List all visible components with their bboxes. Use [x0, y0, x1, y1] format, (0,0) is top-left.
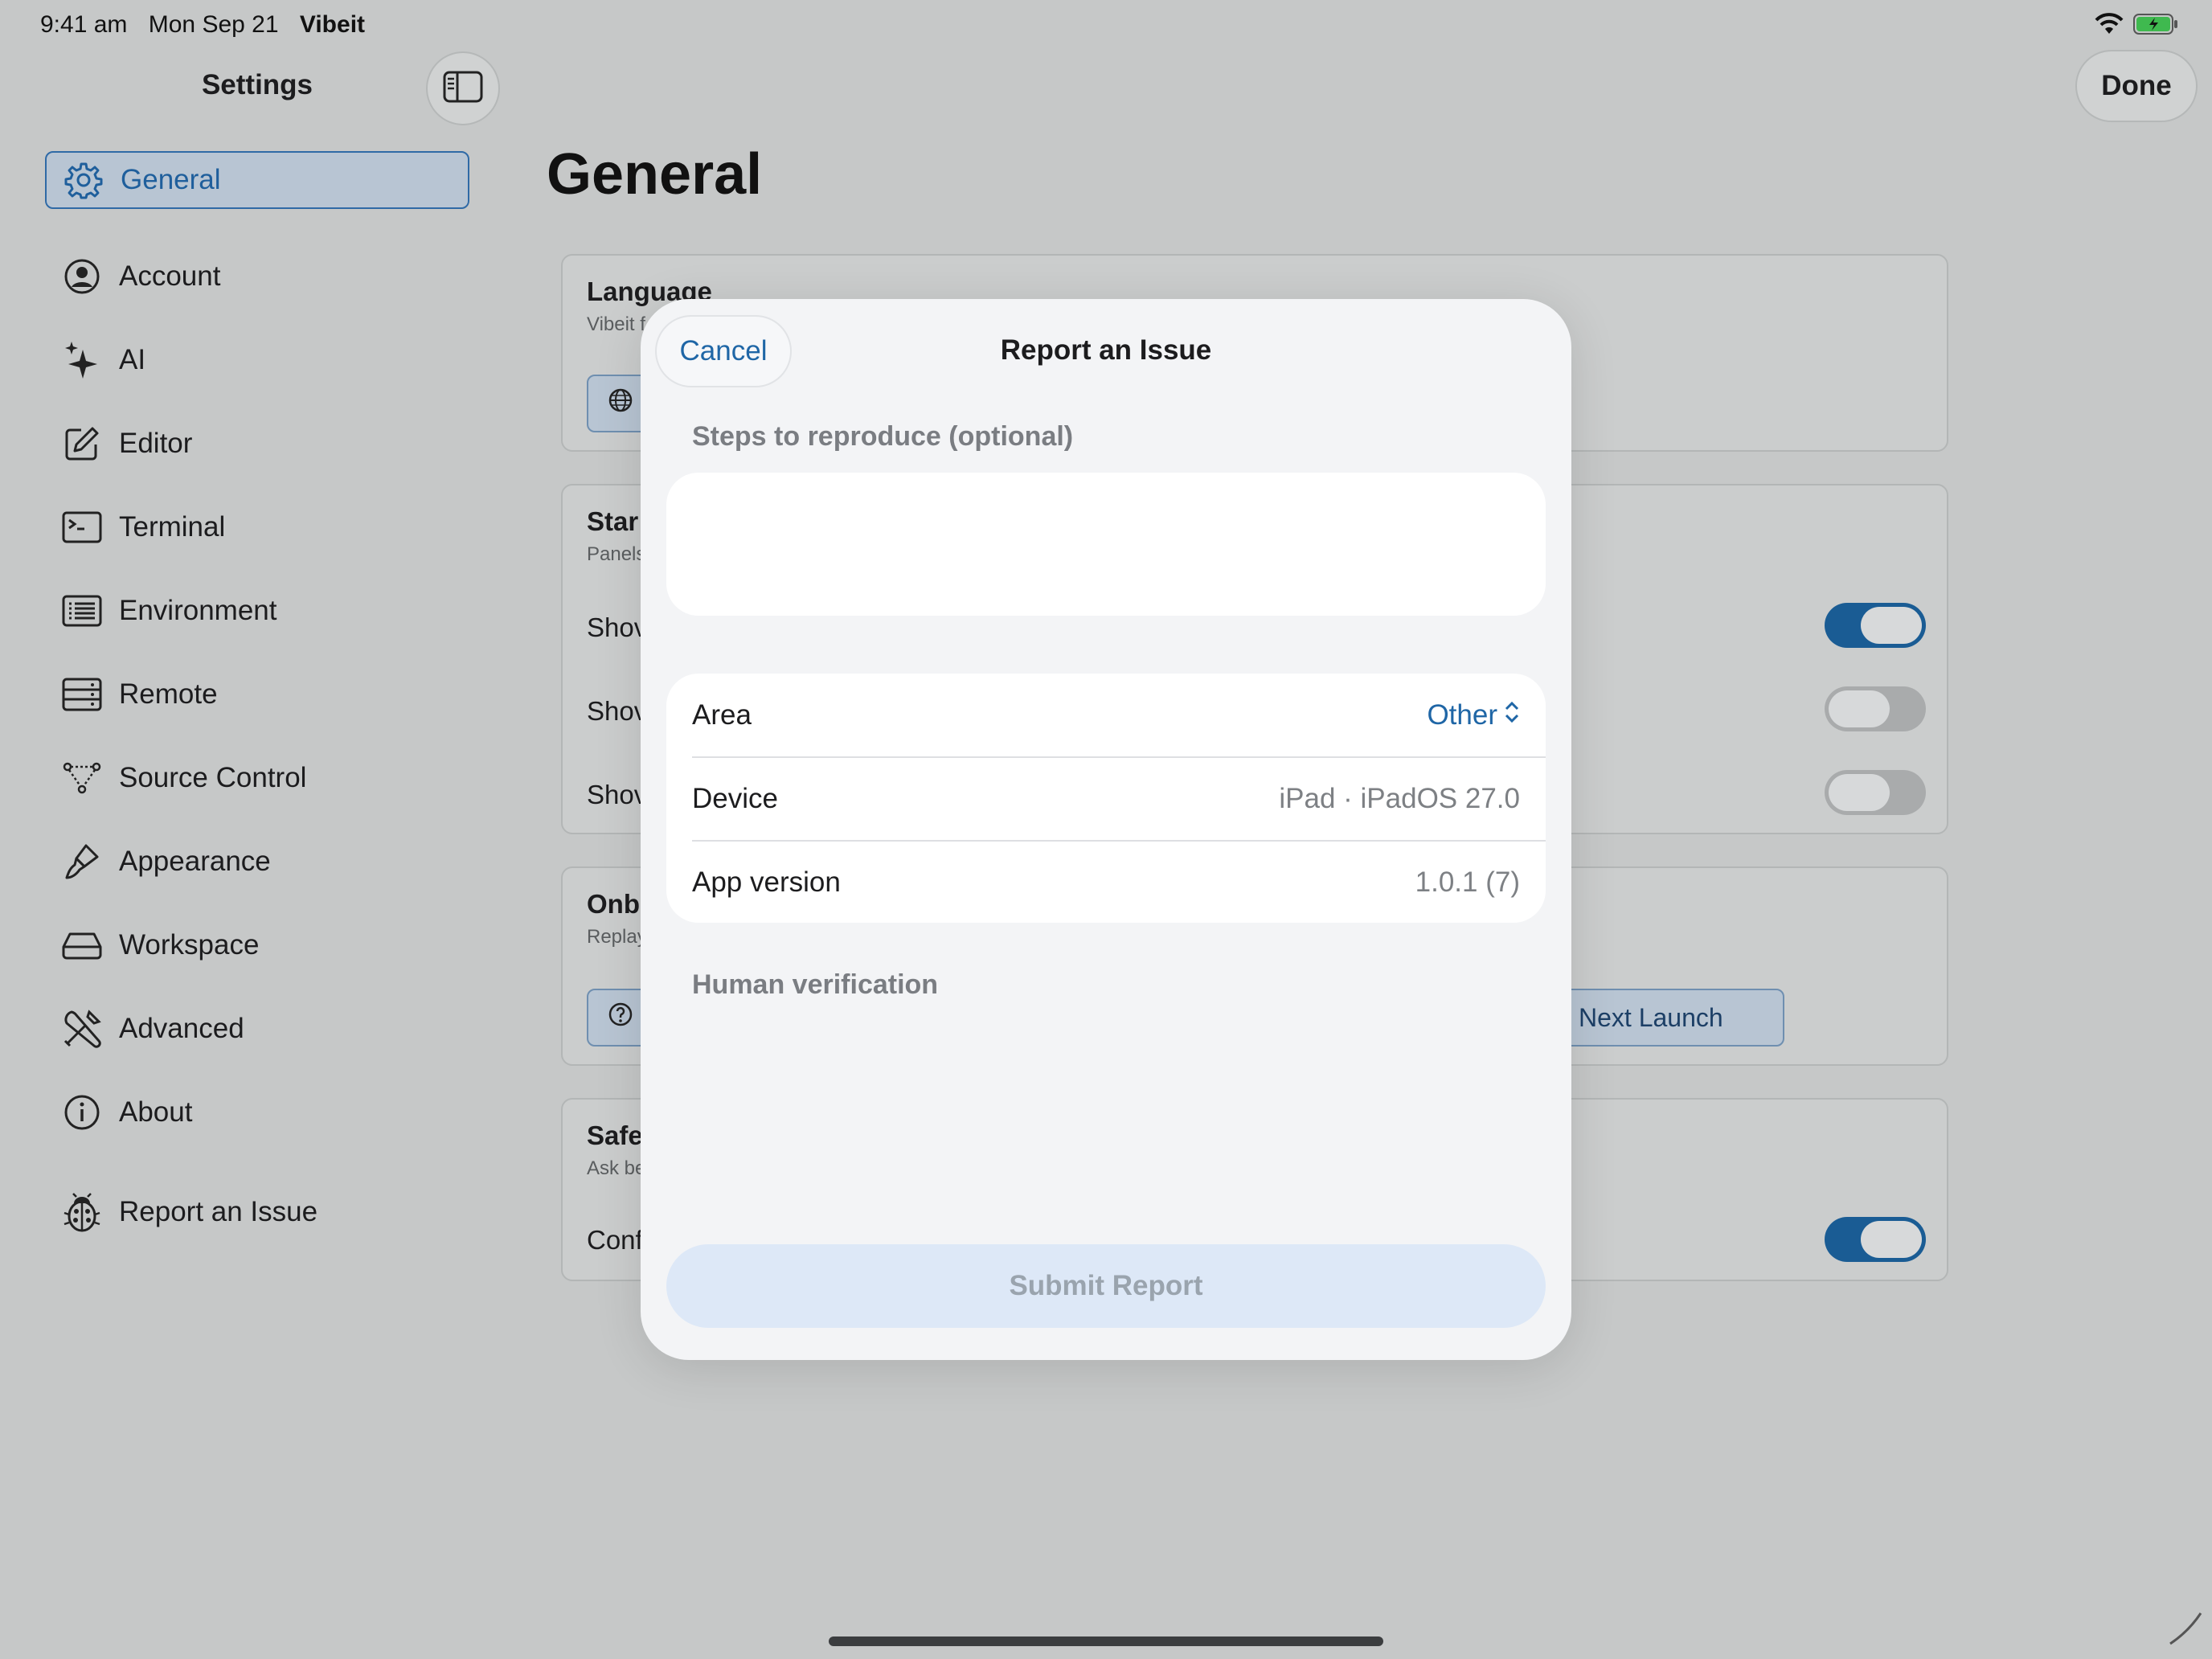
page-title: General	[547, 142, 763, 207]
sidebar-item-label: Report an Issue	[119, 1196, 318, 1227]
startup-toggle-2[interactable]	[1825, 686, 1926, 731]
sidebar-item-ai[interactable]: AI	[45, 318, 469, 402]
report-info-group: Area Other Device iPad · iPadOS 27.0 App…	[666, 674, 1546, 923]
area-picker[interactable]: Other	[1427, 699, 1520, 731]
home-indicator	[829, 1636, 1383, 1646]
startup-toggle-3[interactable]	[1825, 770, 1926, 815]
sidebar-item-label: Advanced	[119, 1013, 244, 1044]
drive-icon	[61, 924, 103, 966]
sidebar-item-label: Source Control	[119, 762, 307, 793]
sidebar-item-label: Editor	[119, 428, 193, 459]
safety-row-label: Conf	[587, 1225, 643, 1255]
done-button[interactable]: Done	[2075, 50, 2198, 122]
sidebar-item-label: Workspace	[119, 929, 260, 961]
sidebar-item-about[interactable]: About	[45, 1071, 469, 1154]
sidebar-icon	[443, 71, 483, 107]
sidebar-item-label: General	[121, 164, 221, 195]
safety-card-title: Safe	[587, 1120, 643, 1150]
info-circle-icon	[61, 1092, 103, 1133]
sidebar-item-remote[interactable]: Remote	[45, 653, 469, 736]
startup-card-subtitle: Panels	[587, 543, 646, 565]
sidebar-item-report-issue[interactable]: Report an Issue	[45, 1170, 469, 1254]
onboarding-card-title: Onb	[587, 889, 640, 919]
sidebar-item-account[interactable]: Account	[45, 235, 469, 318]
next-launch-label: Next Launch	[1579, 1002, 1723, 1032]
pencil-corner-icon	[2167, 1610, 2204, 1651]
status-time: 9:41 am	[40, 11, 128, 38]
startup-row-3-label: Shov	[587, 780, 648, 809]
onboarding-card-subtitle: Replay	[587, 926, 647, 948]
server-icon	[61, 674, 103, 715]
human-verification-label: Human verification	[692, 969, 939, 1000]
submit-report-button[interactable]: Submit Report	[666, 1244, 1546, 1328]
branch-icon	[61, 757, 103, 799]
sidebar-item-workspace[interactable]: Workspace	[45, 903, 469, 987]
sidebar-item-advanced[interactable]: Advanced	[45, 987, 469, 1071]
sparkles-icon	[61, 339, 103, 381]
startup-card-title: Star	[587, 506, 639, 536]
wrench-screwdriver-icon	[61, 1008, 103, 1050]
status-bar-right	[2095, 13, 2178, 39]
device-row: Device iPad · iPadOS 27.0	[666, 757, 1546, 841]
language-card-subtitle: Vibeit f	[587, 313, 645, 335]
safety-card-subtitle: Ask be	[587, 1157, 646, 1179]
list-box-icon	[61, 590, 103, 632]
device-label: Device	[692, 783, 778, 814]
sidebar-item-label: Terminal	[119, 511, 226, 543]
sidebar-item-label: AI	[119, 344, 146, 375]
square-pencil-icon	[61, 423, 103, 465]
paintbrush-icon	[61, 841, 103, 883]
device-value: iPad · iPadOS 27.0	[1279, 783, 1520, 814]
sidebar-item-label: Remote	[119, 678, 218, 710]
startup-toggle-1[interactable]	[1825, 603, 1926, 648]
area-value: Other	[1427, 699, 1497, 731]
sidebar-nav: General Account AI Editor Terminal Envir…	[45, 151, 469, 1254]
area-label: Area	[692, 699, 752, 731]
chevron-up-down-icon	[1504, 699, 1520, 731]
sidebar-item-editor[interactable]: Editor	[45, 402, 469, 485]
sidebar-toggle-button[interactable]	[426, 51, 500, 125]
status-bar-left: 9:41 am Mon Sep 21 Vibeit	[40, 11, 379, 39]
sidebar-item-label: Appearance	[119, 846, 271, 877]
report-issue-sheet: Cancel Report an Issue Steps to reproduc…	[641, 299, 1571, 1360]
sheet-title: Report an Issue	[1000, 334, 1212, 366]
sidebar-item-environment[interactable]: Environment	[45, 569, 469, 653]
status-app-name: Vibeit	[299, 11, 366, 38]
startup-row-2-label: Shov	[587, 696, 648, 726]
app-version-row: App version 1.0.1 (7)	[666, 841, 1546, 923]
sidebar-item-label: Environment	[119, 595, 277, 626]
sidebar-item-terminal[interactable]: Terminal	[45, 485, 469, 569]
steps-label: Steps to reproduce (optional)	[692, 421, 1074, 452]
sidebar-item-general[interactable]: General	[45, 151, 469, 209]
globe-icon	[608, 387, 633, 420]
sidebar-item-source-control[interactable]: Source Control	[45, 736, 469, 820]
person-circle-icon	[61, 256, 103, 297]
question-circle-icon	[608, 1002, 633, 1034]
status-date: Mon Sep 21	[148, 11, 279, 38]
startup-row-1-label: Shov	[587, 612, 648, 642]
app-version-value: 1.0.1 (7)	[1415, 866, 1520, 898]
safety-toggle[interactable]	[1825, 1217, 1926, 1262]
terminal-icon	[61, 506, 103, 548]
ladybug-icon	[61, 1191, 103, 1233]
wifi-icon	[2095, 13, 2124, 39]
sidebar-item-label: About	[119, 1096, 193, 1128]
battery-icon	[2133, 13, 2178, 39]
sidebar-item-label: Account	[119, 260, 221, 292]
area-row[interactable]: Area Other	[666, 674, 1546, 757]
gear-icon	[63, 159, 104, 201]
sidebar-item-appearance[interactable]: Appearance	[45, 820, 469, 903]
app-version-label: App version	[692, 866, 841, 898]
steps-textarea[interactable]	[666, 473, 1546, 616]
